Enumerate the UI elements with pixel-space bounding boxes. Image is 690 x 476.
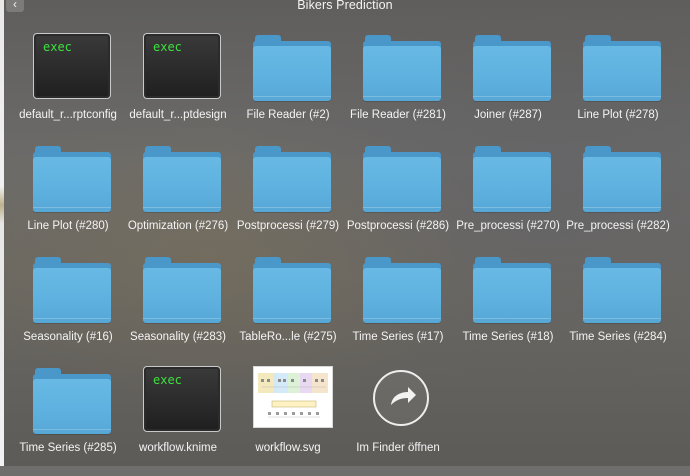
file-item[interactable]: exec default_r...rptconfig <box>13 33 123 143</box>
folder-label: TableRo...le (#275) <box>239 331 337 343</box>
folder-item[interactable]: Time Series (#17) <box>343 255 453 365</box>
file-item[interactable]: workflow.svg <box>233 366 343 476</box>
folder-item[interactable]: Time Series (#18) <box>453 255 563 365</box>
folder-icon <box>363 33 441 101</box>
folder-icon <box>33 144 111 212</box>
folder-item[interactable]: TableRo...le (#275) <box>233 255 343 365</box>
exec-icon: exec <box>143 366 221 434</box>
file-label: workflow.svg <box>255 442 321 454</box>
window-title: Bikers Prediction <box>297 0 393 12</box>
folder-label: Postprocessi (#286) <box>346 220 450 232</box>
folder-icon <box>143 255 221 323</box>
open-in-finder-icon <box>363 366 441 434</box>
folder-icon <box>363 144 441 212</box>
svg-thumbnail-icon <box>253 366 333 434</box>
finder-circle-icon <box>373 370 429 426</box>
folder-label: Postprocessi (#279) <box>236 220 340 232</box>
folder-label: File Reader (#2) <box>246 109 330 121</box>
folder-icon <box>253 144 331 212</box>
file-label: default_r...ptdesign <box>129 109 227 121</box>
file-item[interactable]: exec default_r...ptdesign <box>123 33 233 143</box>
folder-icon <box>253 33 331 101</box>
folder-label: Time Series (#285) <box>19 442 117 454</box>
folder-item[interactable]: Line Plot (#280) <box>13 144 123 254</box>
folder-icon <box>253 255 331 323</box>
arrow-share-icon <box>391 387 416 405</box>
folder-icon <box>583 255 661 323</box>
folder-label: Time Series (#18) <box>462 331 554 343</box>
folder-label: Joiner (#287) <box>474 109 542 121</box>
folder-item[interactable]: Optimization (#276) <box>123 144 233 254</box>
workflow-thumbnail <box>254 367 332 427</box>
file-item[interactable]: exec workflow.knime <box>123 366 233 476</box>
folder-icon <box>33 366 111 434</box>
folder-icon <box>473 255 551 323</box>
exec-icon-text: exec <box>153 373 182 387</box>
folder-icon <box>583 144 661 212</box>
folder-icon <box>473 33 551 101</box>
folder-label: Time Series (#284) <box>569 331 667 343</box>
folder-item[interactable]: Pre_processi (#270) <box>453 144 563 254</box>
folder-label: Seasonality (#283) <box>130 331 226 343</box>
folder-item[interactable]: Joiner (#287) <box>453 33 563 143</box>
folder-item[interactable]: Time Series (#284) <box>563 255 673 365</box>
folder-label: Optimization (#276) <box>127 220 229 232</box>
folder-icon <box>143 144 221 212</box>
exec-icon: exec <box>33 33 111 101</box>
folder-item[interactable]: Postprocessi (#279) <box>233 144 343 254</box>
folder-item[interactable]: Postprocessi (#286) <box>343 144 453 254</box>
folder-item[interactable]: File Reader (#281) <box>343 33 453 143</box>
folder-label: Pre_processi (#270) <box>456 220 560 232</box>
folder-item[interactable]: Seasonality (#283) <box>123 255 233 365</box>
folder-label: File Reader (#281) <box>350 109 446 121</box>
exec-icon-text: exec <box>43 40 72 54</box>
folder-item[interactable]: Time Series (#285) <box>13 366 123 476</box>
folder-item[interactable]: Line Plot (#278) <box>563 33 673 143</box>
exec-icon: exec <box>143 33 221 101</box>
folder-icon <box>363 255 441 323</box>
folder-label: Line Plot (#278) <box>577 109 659 121</box>
folder-icon <box>583 33 661 101</box>
folder-icon <box>473 144 551 212</box>
folder-item[interactable]: Seasonality (#16) <box>13 255 123 365</box>
open-in-finder-label: Im Finder öffnen <box>356 442 440 454</box>
title-bar: ‹ Bikers Prediction <box>0 0 690 14</box>
folder-item[interactable]: Pre_processi (#282) <box>563 144 673 254</box>
file-label: default_r...rptconfig <box>19 109 117 121</box>
open-in-finder-item[interactable]: Im Finder öffnen <box>343 366 453 476</box>
folder-label: Pre_processi (#282) <box>566 220 670 232</box>
folder-label: Line Plot (#280) <box>27 220 109 232</box>
left-window-edge <box>0 0 4 466</box>
folder-icon <box>33 255 111 323</box>
folder-label: Seasonality (#16) <box>23 331 113 343</box>
exec-icon-text: exec <box>153 40 182 54</box>
folder-label: Time Series (#17) <box>352 331 444 343</box>
folder-item[interactable]: File Reader (#2) <box>233 33 343 143</box>
file-label: workflow.knime <box>139 442 217 454</box>
